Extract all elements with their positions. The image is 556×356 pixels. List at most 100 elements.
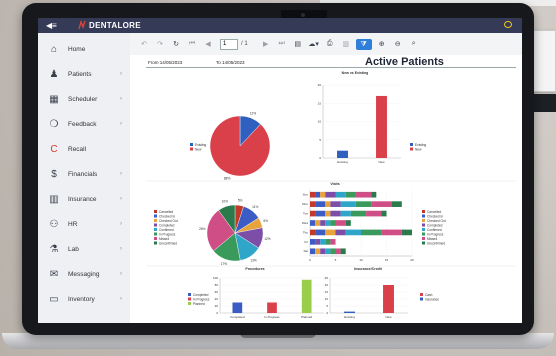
- visits-bar-4-6: [381, 229, 402, 236]
- visits-bar-3-3: [320, 220, 326, 226]
- visits-legend-swatch-4: [422, 228, 425, 231]
- insurance-y-tick-0: 0: [326, 311, 328, 315]
- sidebar-item-label: Inventory: [68, 295, 95, 303]
- visits-bar-4-4: [345, 229, 361, 236]
- sidebar-item-label: HR: [68, 220, 78, 228]
- visits-legend-label-0: Cancelled: [427, 210, 441, 214]
- visits-bar-3-2: [315, 220, 321, 226]
- visits-bar-1-3: [330, 201, 341, 207]
- sidebar-item-lab[interactable]: ⚗ Lab ›: [38, 237, 130, 261]
- sidebar-item-home[interactable]: ⌂ Home: [38, 37, 130, 61]
- visits-y-tick-3: Wed: [302, 221, 308, 225]
- zoom-in-icon[interactable]: ⊕: [374, 40, 390, 48]
- visits-legend-swatch-5: [422, 232, 425, 236]
- pie-status-legend-label-3: Completed: [159, 223, 175, 227]
- visits-bar-4-2: [325, 229, 336, 236]
- visits-bar-3-7: [345, 220, 351, 226]
- chat-notification-icon[interactable]: [504, 21, 512, 28]
- sidebar-item-scheduler[interactable]: ▦ Scheduler ›: [38, 87, 130, 111]
- document-icon[interactable]: ▤: [290, 40, 306, 48]
- refresh-icon[interactable]: ↻: [168, 40, 184, 48]
- bar-existing-new-bar-0: [337, 150, 348, 158]
- pie-status-legend-swatch-6: [154, 237, 157, 240]
- next-page-icon[interactable]: ▶: [258, 40, 274, 48]
- chat-bubbles-icon: ❍: [49, 118, 59, 130]
- visits-x-tick-2: 10: [359, 258, 363, 262]
- export-icon[interactable]: ☁▾: [306, 40, 322, 48]
- visits-legend-swatch-2: [422, 219, 425, 222]
- last-page-icon[interactable]: ⏭: [274, 40, 290, 48]
- filter-icon[interactable]: ⧩: [355, 38, 372, 50]
- procedures-legend-swatch-2: [188, 302, 191, 305]
- visits-bar-1-0: [310, 201, 316, 207]
- procedures-y-tick-0: 0: [216, 311, 218, 315]
- pie-existing-new-slice-label-1: 88%: [224, 177, 231, 181]
- sidebar-item-label: Lab: [68, 245, 79, 253]
- chevron-right-icon: ›: [120, 221, 122, 227]
- visits-x-tick-3: 15: [385, 258, 389, 262]
- visits-legend-swatch-6: [422, 237, 425, 240]
- envelope-icon: ✉: [49, 268, 59, 280]
- visits-bar-4-3: [335, 229, 346, 236]
- hamburger-icon[interactable]: ◀≡: [46, 21, 57, 30]
- bar-existing-new-x-tick-1: New: [378, 160, 385, 164]
- dollar-icon: $: [51, 168, 57, 180]
- procedures-x-tick-1: In Progress: [264, 315, 280, 319]
- page-total: / 1: [241, 41, 248, 47]
- visits-bar-2-2: [325, 210, 331, 217]
- visits-bar-3-5: [330, 220, 336, 226]
- sidebar-item-label: Scheduler: [68, 95, 98, 103]
- visits-bar-0-7: [371, 191, 377, 198]
- sidebar-item-messaging[interactable]: ✉ Messaging ›: [38, 262, 130, 286]
- redo-icon[interactable]: ↷: [152, 40, 168, 48]
- sidebar-item-feedback[interactable]: ❍ Feedback ›: [38, 112, 130, 136]
- bar-existing-new-y-tick-0: 0: [319, 156, 321, 160]
- page-number-input[interactable]: 1: [220, 38, 238, 50]
- visits-legend-swatch-3: [422, 223, 425, 227]
- sidebar-item-label: Feedback: [68, 120, 97, 128]
- first-page-icon[interactable]: ⏮: [184, 40, 200, 48]
- bar-existing-new-x-tick-0: Existing: [337, 160, 348, 164]
- search-icon[interactable]: ⌕: [406, 40, 422, 48]
- procedures-x-tick-2: Planned: [301, 315, 312, 319]
- sidebar-item-hr[interactable]: ⚇ HR ›: [38, 212, 130, 236]
- visits-bar-3-6: [335, 220, 346, 226]
- sidebar-item-label: Messaging: [68, 270, 100, 278]
- zoom-out-icon[interactable]: ⊖: [390, 40, 406, 48]
- visits-bar-6-3: [320, 248, 326, 255]
- pie-status-slice-label-5: 17%: [221, 262, 228, 266]
- undo-icon[interactable]: ↶: [136, 40, 152, 48]
- print-icon[interactable]: ⎙: [322, 40, 338, 48]
- pie-status-slice-label-7: 10%: [222, 200, 229, 204]
- sidebar-item-label: Financials: [68, 170, 98, 178]
- visits-bar-0-1: [315, 191, 321, 198]
- insurance-y-tick-3: 15: [325, 290, 329, 294]
- visits-bar-1-7: [391, 201, 402, 207]
- insurance-title: Insurance/Credit: [354, 267, 382, 271]
- camera-dot: [301, 13, 305, 17]
- top-bar: ◀≡ DENTALORE: [38, 18, 522, 33]
- sidebar-item-label: Insurance: [68, 195, 97, 203]
- chevron-right-icon: ›: [120, 121, 122, 127]
- prev-page-icon[interactable]: ◀: [200, 40, 216, 48]
- sidebar-item-inventory[interactable]: ▭ Inventory ›: [38, 287, 130, 311]
- bar-existing-new-legend-swatch-1: [410, 147, 413, 151]
- parameters-icon[interactable]: ▥: [338, 40, 354, 48]
- pie-existing-new-slice-1: [209, 115, 271, 177]
- bar-existing-new-y-tick-3: 15: [318, 101, 322, 105]
- chevron-right-icon: ›: [120, 96, 122, 102]
- visits-bar-6-6: [335, 248, 341, 255]
- visits-legend-label-2: Checked Out: [427, 219, 446, 223]
- visits-bar-2-6: [366, 210, 382, 217]
- sidebar-item-patients[interactable]: ♟ Patients ›: [38, 62, 130, 86]
- bar-existing-new-legend-label-1: New: [415, 147, 422, 151]
- insurance-y-tick-1: 5: [326, 304, 328, 308]
- sidebar-item-insurance[interactable]: ▥ Insurance ›: [38, 187, 130, 211]
- visits-bar-4-5: [361, 229, 382, 236]
- visits-bar-5-5: [325, 239, 331, 245]
- sidebar-item-financials[interactable]: $ Financials ›: [38, 162, 130, 186]
- sidebar-item-recall[interactable]: C Recall: [38, 137, 130, 161]
- chevron-right-icon: ›: [120, 246, 122, 252]
- sidebar: ⌂ Home ♟ Patients › ▦ Scheduler › ❍ Feedback › C Rec…: [38, 33, 131, 323]
- procedures-title: Procedures: [245, 267, 264, 271]
